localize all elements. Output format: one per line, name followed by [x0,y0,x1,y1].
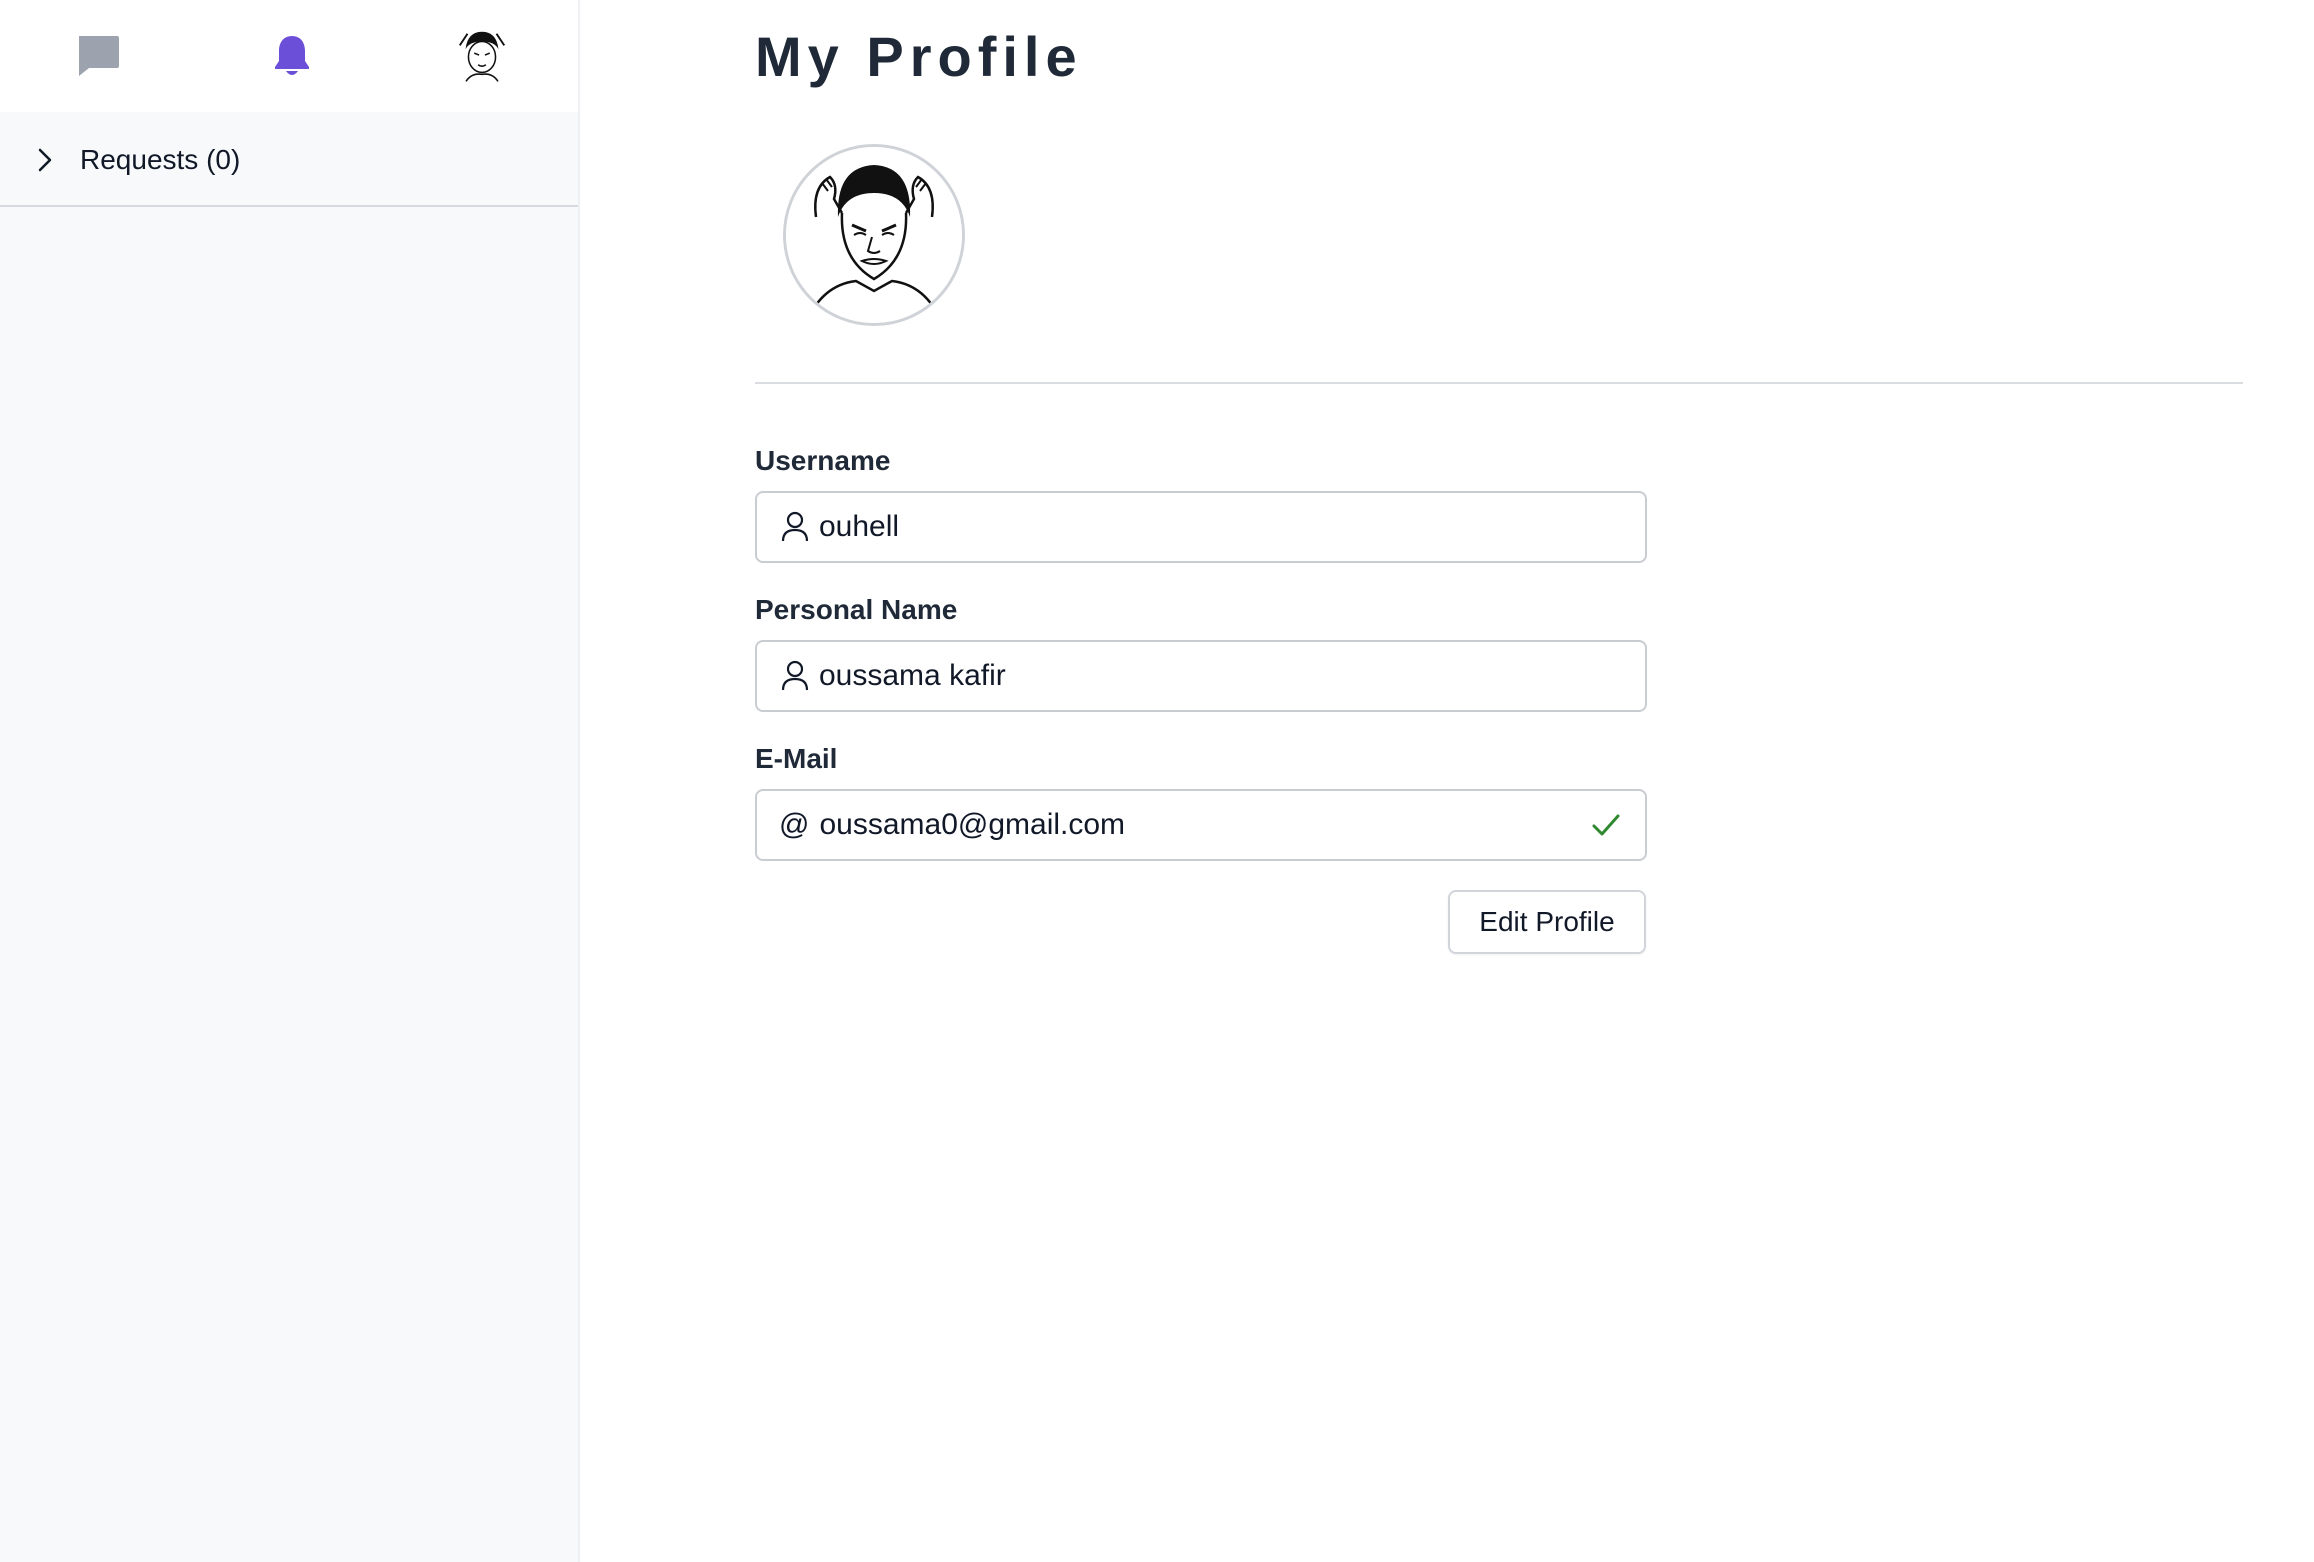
email-field[interactable]: @ [755,789,1647,861]
profile-picture [783,144,965,326]
personal-name-field[interactable] [755,640,1647,712]
chat-bubble-icon [79,36,119,76]
sidebar: Requests (0) [0,0,580,1562]
username-label: Username [755,445,891,476]
at-sign-icon: @ [779,808,810,841]
section-divider [755,382,2243,384]
sidebar-topbar [0,0,578,112]
check-icon [1592,814,1620,836]
personal-name-label: Personal Name [755,594,958,625]
bell-icon [275,36,309,75]
username-field[interactable] [755,491,1647,563]
chat-button[interactable] [68,26,128,86]
edit-profile-button[interactable]: Edit Profile [1448,890,1646,954]
personal-name-input[interactable] [809,646,1645,706]
notifications-button[interactable] [262,26,322,86]
page-title: My Profile [755,25,1083,88]
avatar-face-icon [452,26,512,86]
requests-toggle[interactable]: Requests (0) [0,112,578,207]
username-input[interactable] [809,497,1645,557]
chevron-right-icon [38,148,52,172]
requests-label: Requests (0) [80,144,241,175]
email-input[interactable] [809,795,1589,855]
profile-face-icon [786,147,962,323]
user-icon [781,660,809,692]
avatar[interactable] [452,26,512,86]
email-label: E-Mail [755,743,838,774]
user-icon [781,511,809,543]
